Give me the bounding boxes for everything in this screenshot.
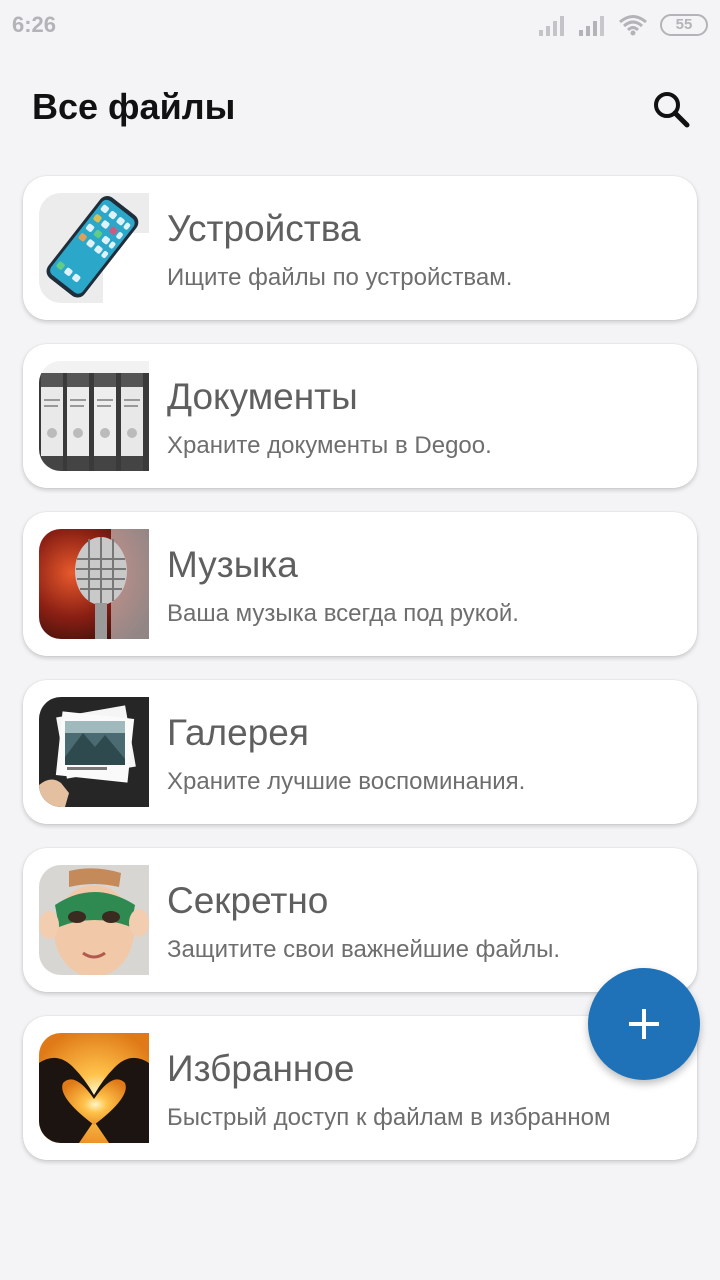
page-title: Все файлы: [32, 86, 236, 127]
category-title: Музыка: [167, 544, 298, 585]
category-card-devices[interactable]: Устройства Ищите файлы по устройствам.: [23, 176, 697, 320]
add-button[interactable]: [588, 968, 700, 1080]
category-title: Секретно: [167, 880, 329, 921]
category-card-documents[interactable]: Документы Храните документы в Degoo.: [23, 344, 697, 488]
category-card-secret[interactable]: Секретно Защитите свои важнейшие файлы.: [23, 848, 697, 992]
battery-icon: 55: [660, 14, 708, 36]
all-files-screen: 6:26 55 Все файлы Устройства Ищите файлы…: [0, 0, 720, 1280]
category-subtitle: Ищите файлы по устройствам.: [167, 264, 513, 291]
category-subtitle: Защитите свои важнейшие файлы.: [167, 936, 561, 963]
music-thumbnail: [39, 529, 149, 639]
category-card-gallery[interactable]: Галерея Храните лучшие воспоминания.: [23, 680, 697, 824]
category-title: Документы: [167, 376, 358, 417]
category-title: Устройства: [167, 208, 361, 249]
category-subtitle: Быстрый доступ к файлам в избранном: [167, 1104, 611, 1131]
gallery-thumbnail: [39, 697, 149, 807]
devices-thumbnail: [39, 193, 149, 303]
category-subtitle: Храните лучшие воспоминания.: [167, 768, 526, 795]
category-title: Галерея: [167, 712, 309, 753]
plus-icon: [629, 1009, 659, 1039]
battery-level: 55: [675, 16, 693, 33]
status-time: 6:26: [12, 12, 57, 37]
signal-icon: [579, 16, 604, 36]
search-button[interactable]: [646, 84, 696, 134]
secret-thumbnail: [39, 865, 149, 975]
status-icons: 55: [538, 12, 708, 38]
category-card-music[interactable]: Музыка Ваша музыка всегда под рукой.: [23, 512, 697, 656]
wifi-icon: [619, 15, 647, 36]
documents-thumbnail: [39, 361, 149, 471]
header: Все файлы: [0, 80, 720, 140]
category-subtitle: Ваша музыка всегда под рукой.: [167, 600, 519, 627]
favorites-thumbnail: [39, 1033, 149, 1143]
status-bar: 6:26 55: [0, 0, 720, 52]
category-title: Избранное: [167, 1048, 355, 1089]
category-subtitle: Храните документы в Degoo.: [167, 432, 492, 459]
signal-icon: [539, 16, 564, 36]
search-icon: [654, 92, 690, 128]
